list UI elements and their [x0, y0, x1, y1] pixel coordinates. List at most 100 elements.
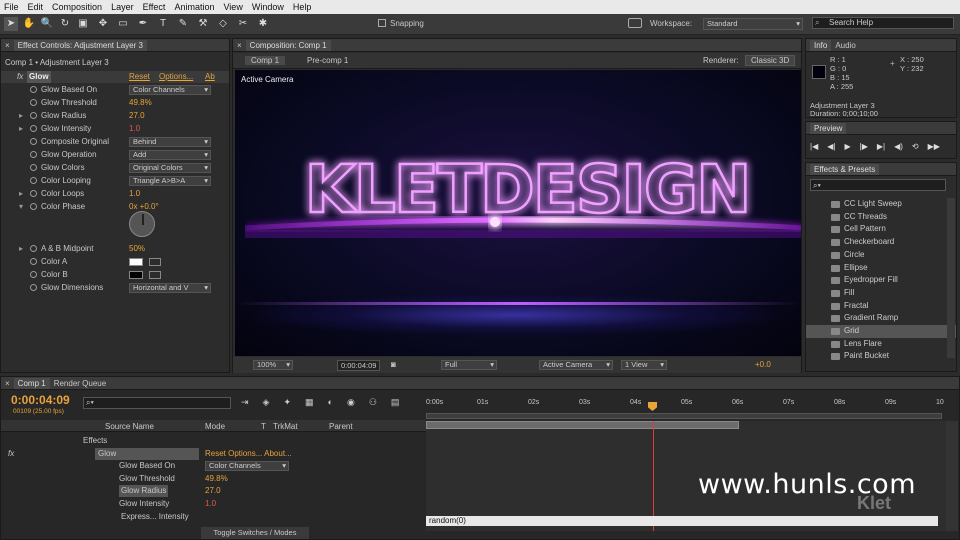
expand-icon[interactable]: ▸ [19, 243, 23, 255]
prop-row[interactable]: Color Looping Triangle A>B>A [1, 175, 229, 187]
time-field[interactable]: 0:00:04:09 [337, 360, 381, 371]
color-swatch[interactable] [129, 271, 143, 279]
brush-tool-icon[interactable]: ✎ [176, 17, 190, 31]
effect-header-row[interactable]: fx Glow Reset Options... Ab [1, 71, 229, 83]
timeline-row-value[interactable]: Reset Options... About... [205, 448, 292, 460]
stopwatch-icon[interactable] [30, 271, 37, 278]
fx-icon[interactable]: fx [17, 71, 23, 83]
tab-info[interactable]: Info [810, 39, 832, 51]
timeline-row[interactable]: fx Glow Reset Options... About... [1, 447, 426, 460]
timeline-row[interactable]: Glow Based On Color Channels [1, 460, 426, 472]
hand-tool-icon[interactable]: ✋ [22, 17, 36, 31]
prop-dropdown[interactable]: Add [129, 150, 211, 160]
effect-item[interactable]: Eyedropper Fill [806, 274, 956, 287]
options-link[interactable]: Options... [159, 71, 193, 83]
prop-value[interactable]: 49.8% [129, 97, 152, 109]
panel-close-icon[interactable]: × [5, 41, 10, 50]
pan-behind-tool-icon[interactable]: ✥ [96, 17, 110, 31]
menu-item-effect[interactable]: Effect [143, 2, 166, 12]
prop-row[interactable]: Glow Threshold 49.8% [1, 97, 229, 109]
render-icon[interactable]: ▤ [391, 397, 400, 408]
stopwatch-icon[interactable] [30, 164, 37, 171]
menu-item-window[interactable]: Window [252, 2, 284, 12]
prop-row[interactable]: Glow Dimensions Horizontal and V [1, 282, 229, 294]
prop-row[interactable]: Composite Original Behind [1, 136, 229, 148]
prop-row[interactable]: Glow Operation Add [1, 149, 229, 161]
tab-audio[interactable]: Audio [835, 41, 855, 50]
panel-close-icon[interactable]: × [5, 379, 10, 388]
composition-mini-flowchart-icon[interactable]: ⇥ [241, 397, 249, 408]
effect-item[interactable]: Grid [806, 325, 956, 338]
view-dropdown[interactable]: 1 View [621, 360, 667, 370]
roto-tool-icon[interactable]: ✂ [236, 17, 250, 31]
graph-editor-icon[interactable]: ◉ [347, 397, 355, 408]
expand-icon[interactable]: ▸ [19, 110, 23, 122]
ram-preview-icon[interactable]: ▶▶ [928, 142, 940, 151]
stopwatch-icon[interactable] [30, 99, 37, 106]
prev-frame-icon[interactable]: ◀| [827, 142, 835, 151]
stopwatch-icon[interactable] [30, 284, 37, 291]
menu-item-composition[interactable]: Composition [52, 2, 102, 12]
prop-value[interactable]: 1.0 [129, 123, 140, 135]
tab-composition[interactable]: Composition: Comp 1 [245, 39, 331, 51]
tab-effect-controls[interactable]: Effect Controls: Adjustment Layer 3 [13, 39, 147, 51]
stamp-tool-icon[interactable]: ⚒ [196, 17, 210, 31]
prop-row[interactable]: Glow Based On Color Channels [1, 84, 229, 96]
tab-render-queue[interactable]: Render Queue [54, 379, 106, 388]
time-ruler[interactable]: 0:00s 01s 02s 03s 04s 05s 06s 07s 08s 09s 10 [426, 397, 946, 421]
brainstorm-icon[interactable]: ⚇ [369, 397, 377, 408]
rotate-tool-icon[interactable]: ↻ [58, 17, 72, 31]
about-link[interactable]: Ab [205, 71, 215, 83]
timeline-row-value[interactable]: 27.0 [205, 485, 221, 497]
last-frame-icon[interactable]: ▶| [877, 142, 885, 151]
effect-item[interactable]: CC Light Sweep [806, 198, 956, 211]
prop-row[interactable]: ▸ A & B Midpoint 50% [1, 243, 229, 255]
prop-row[interactable]: Color B [1, 269, 229, 281]
timeline-scrollbar[interactable] [946, 421, 958, 531]
reset-link[interactable]: Reset [129, 71, 150, 83]
work-area-bar[interactable] [426, 421, 739, 429]
prop-row[interactable]: Glow Colors Original Colors [1, 162, 229, 174]
pen-tool-icon[interactable]: ✒ [136, 17, 150, 31]
stopwatch-icon[interactable] [30, 203, 37, 210]
text-tool-icon[interactable]: T [156, 17, 170, 31]
prop-dropdown[interactable]: Triangle A>B>A [129, 176, 211, 186]
selection-tool-icon[interactable]: ➤ [4, 17, 18, 31]
effect-item[interactable]: Paint Bucket [806, 350, 956, 360]
frame-blending-icon[interactable]: ▦ [305, 397, 314, 408]
expand-icon[interactable]: ▸ [19, 188, 23, 200]
tab-effects-presets[interactable]: Effects & Presets [810, 163, 880, 175]
camera-dropdown[interactable]: Active Camera [539, 360, 613, 370]
stopwatch-icon[interactable] [30, 86, 37, 93]
stopwatch-icon[interactable] [30, 138, 37, 145]
exposure-value[interactable]: +0.0 [755, 360, 771, 369]
timeline-row-value[interactable]: 1.0 [205, 498, 216, 510]
timeline-search-input[interactable]: ⌕▾ [83, 397, 231, 409]
eyedropper-icon[interactable] [149, 271, 161, 279]
prop-row[interactable]: ▸ Glow Intensity 1.0 [1, 123, 229, 135]
renderer-button[interactable]: Classic 3D [745, 55, 796, 66]
loop-icon[interactable]: ⟲ [912, 142, 919, 151]
snapping-checkbox[interactable] [378, 19, 386, 27]
menu-item-layer[interactable]: Layer [111, 2, 134, 12]
timeline-row-value[interactable]: Color Channels [205, 461, 289, 472]
workspace-dropdown[interactable]: Standard [703, 18, 803, 30]
draft-3d-icon[interactable]: ◈ [263, 397, 270, 408]
camera-tool-icon[interactable]: ▣ [76, 17, 90, 31]
prop-value[interactable]: 1.0 [129, 188, 140, 200]
effect-item[interactable]: Checkerboard [806, 236, 956, 249]
effect-item[interactable]: Lens Flare [806, 338, 956, 351]
effect-item[interactable]: Cell Pattern [806, 223, 956, 236]
timecode[interactable]: 0:00:04:09 [11, 393, 70, 407]
puppet-tool-icon[interactable]: ✱ [256, 17, 270, 31]
effect-item[interactable]: Circle [806, 249, 956, 262]
stopwatch-icon[interactable] [30, 151, 37, 158]
effect-item[interactable]: Fractal [806, 300, 956, 313]
panel-close-icon[interactable]: × [237, 41, 242, 50]
color-swatch[interactable] [129, 258, 143, 266]
search-help-input[interactable]: Search Help [812, 17, 954, 29]
expand-icon[interactable]: ▸ [19, 123, 23, 135]
prop-dropdown[interactable]: Original Colors [129, 163, 211, 173]
effect-item[interactable]: Ellipse [806, 262, 956, 275]
snapshot-icon[interactable]: ◙ [391, 360, 396, 369]
